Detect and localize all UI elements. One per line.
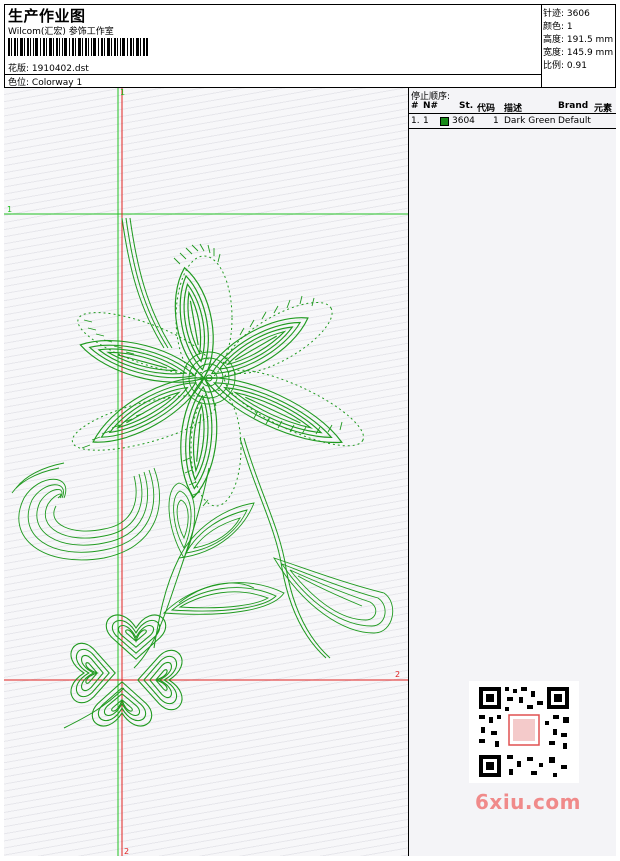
stop-sequence-header: # N# St. 代码 描述 Brand 元素 xyxy=(409,100,616,114)
col-element: 元素 xyxy=(594,104,613,114)
curl xyxy=(11,462,160,561)
table-row: 1. 1 3604 1 Dark Green Default xyxy=(409,115,616,129)
design-value: 1910402.dst xyxy=(31,64,89,74)
embroidery-preview xyxy=(4,88,408,856)
stat-scale: 比例: 0.91 xyxy=(543,61,587,71)
barcode xyxy=(8,38,148,56)
guide-label-h1: 1 xyxy=(7,205,13,214)
thread-color-swatch xyxy=(440,117,449,126)
col-stitches: St. xyxy=(459,101,474,111)
header-info: 生产作业图 Wilcom(汇宏) 参饰工作室 花版: 1910402.dst 色… xyxy=(4,4,542,88)
page-title: 生产作业图 xyxy=(8,7,86,25)
teardrop xyxy=(168,482,196,559)
colorway-label: 色位: xyxy=(8,78,30,88)
serrations xyxy=(81,243,343,507)
row-brand: Default xyxy=(558,116,591,126)
col-n: N# xyxy=(423,101,439,111)
studio-name: Wilcom(汇宏) 参饰工作室 xyxy=(8,27,114,37)
row-stitches: 3604 xyxy=(452,116,475,126)
row-code: 1 xyxy=(493,116,499,126)
design-stats: 针迹: 3606 颜色: 1 高度: 191.5 mm 宽度: 145.9 mm… xyxy=(541,4,616,88)
col-description: 描述 xyxy=(504,104,523,114)
stat-stitches: 针迹: 3606 xyxy=(543,9,590,19)
col-brand: Brand xyxy=(558,101,589,111)
row-description: Dark Green xyxy=(504,116,556,126)
col-code: 代码 xyxy=(477,104,496,114)
guide-label-h2: 2 xyxy=(395,670,401,679)
col-index: # xyxy=(411,101,419,111)
stat-colors: 颜色: 1 xyxy=(543,22,573,32)
design-line: 花版: 1910402.dst xyxy=(8,61,89,74)
header-divider xyxy=(4,74,542,75)
clover-top xyxy=(105,614,167,660)
stat-width: 宽度: 145.9 mm xyxy=(543,48,614,58)
colorway-value: Colorway 1 xyxy=(31,78,83,88)
colorway-line: 色位: Colorway 1 xyxy=(8,75,82,88)
design-canvas: 1 1 2 2 xyxy=(4,88,409,856)
stat-height: 高度: 191.5 mm xyxy=(543,35,614,45)
guide-label-v2: 2 xyxy=(124,847,130,856)
flower-petals xyxy=(71,255,365,507)
stems xyxy=(63,217,331,729)
qr-code xyxy=(469,681,579,783)
middle-leaves xyxy=(162,502,394,634)
row-index: 1. xyxy=(411,116,420,126)
guide-label-v1: 1 xyxy=(120,88,126,97)
row-n: 1 xyxy=(423,116,429,126)
design-label: 花版: xyxy=(8,64,30,74)
watermark-text: 6xiu.com xyxy=(475,790,581,814)
